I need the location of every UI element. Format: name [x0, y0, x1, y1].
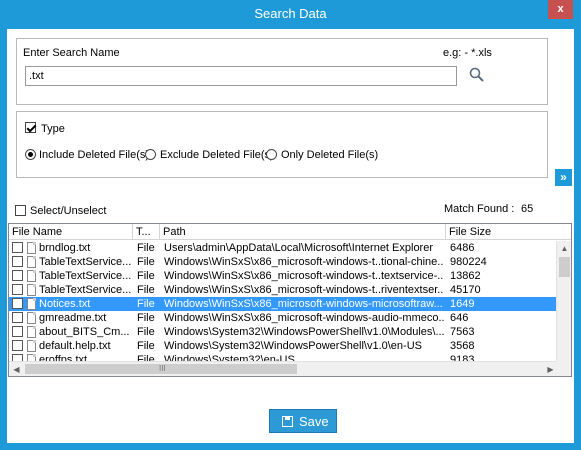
save-button-label: Save — [299, 414, 329, 429]
match-found-count: 65 — [521, 203, 534, 215]
table-row[interactable]: about_BITS_Cm... File Windows\System32\W… — [9, 325, 558, 339]
cell-path: Windows\WinSxS\x86_microsoft-windows-mic… — [164, 298, 443, 310]
cell-file-name: default.help.txt — [39, 340, 111, 352]
cell-file-size: 45170 — [450, 284, 481, 296]
cell-path: Windows\WinSxS\x86_microsoft-windows-t..… — [164, 284, 444, 296]
cell-path: Windows\WinSxS\x86_microsoft-windows-t..… — [164, 270, 444, 282]
type-checkbox[interactable] — [25, 122, 36, 133]
type-label: Type — [41, 123, 65, 135]
cell-type: File — [137, 242, 155, 254]
table-row[interactable]: brndlog.txt File Users\admin\AppData\Loc… — [9, 241, 558, 255]
table-row[interactable]: TableTextService... File Windows\WinSxS\… — [9, 283, 558, 297]
cell-type: File — [137, 326, 155, 338]
table-row[interactable]: TableTextService... File Windows\WinSxS\… — [9, 255, 558, 269]
scroll-left-icon[interactable]: ◀ — [9, 362, 24, 376]
cell-type: File — [137, 312, 155, 324]
cell-file-name: TableTextService... — [39, 270, 131, 282]
cell-path: Windows\System32\WindowsPowerShell\v1.0\… — [164, 326, 444, 338]
scroll-up-icon[interactable]: ▲ — [557, 241, 571, 256]
column-header-file-name[interactable]: File Name — [9, 224, 133, 240]
row-checkbox[interactable] — [12, 312, 23, 323]
table-row-selected[interactable]: Notices.txt File Windows\WinSxS\x86_micr… — [9, 297, 558, 311]
vertical-scroll-thumb[interactable] — [559, 257, 570, 277]
cell-type: File — [137, 340, 155, 352]
cell-file-size: 3568 — [450, 340, 475, 352]
file-icon — [27, 340, 36, 352]
floppy-disk-icon — [282, 416, 293, 427]
scroll-corner — [556, 361, 571, 376]
search-name-panel: Enter Search Name e.g: - *.xls — [16, 38, 548, 105]
include-deleted-radio[interactable] — [25, 149, 36, 160]
exclude-deleted-label[interactable]: Exclude Deleted File(s) — [160, 149, 274, 161]
cell-file-name: TableTextService... — [39, 284, 131, 296]
file-icon — [27, 298, 36, 310]
row-checkbox[interactable] — [12, 340, 23, 351]
column-header-file-size[interactable]: File Size — [446, 224, 571, 240]
only-deleted-radio[interactable] — [266, 149, 277, 160]
save-button[interactable]: Save — [269, 409, 337, 433]
only-deleted-label[interactable]: Only Deleted File(s) — [281, 149, 378, 161]
include-deleted-label[interactable]: Include Deleted File(s) — [39, 149, 149, 161]
table-row[interactable]: default.help.txt File Windows\System32\W… — [9, 339, 558, 353]
row-checkbox[interactable] — [12, 270, 23, 281]
column-header-type[interactable]: T... — [133, 224, 160, 240]
title-bar[interactable]: Search Data x — [0, 0, 581, 28]
match-found-label: Match Found : — [444, 203, 515, 215]
cell-file-size: 980224 — [450, 256, 487, 268]
expand-button[interactable]: » — [555, 169, 572, 186]
cell-file-name: TableTextService... — [39, 256, 131, 268]
row-checkbox[interactable] — [12, 298, 23, 309]
search-name-label: Enter Search Name — [23, 47, 120, 59]
file-icon — [27, 256, 36, 268]
cell-file-name: Notices.txt — [39, 298, 91, 310]
cell-file-size: 6486 — [450, 242, 475, 254]
file-icon — [27, 312, 36, 324]
vertical-scrollbar[interactable]: ▲ ▼ — [556, 241, 571, 376]
results-table: File Name T... Path File Size brndlog.tx… — [8, 223, 572, 377]
file-icon — [27, 242, 36, 254]
search-data-window: Search Data x Enter Search Name e.g: - *… — [0, 0, 581, 450]
file-icon — [27, 284, 36, 296]
file-icon — [27, 326, 36, 338]
dialog-body: Enter Search Name e.g: - *.xls Type Incl… — [7, 29, 574, 443]
exclude-deleted-radio[interactable] — [145, 149, 156, 160]
cell-file-size: 7563 — [450, 326, 475, 338]
row-checkbox[interactable] — [12, 326, 23, 337]
cell-path: Windows\System32\WindowsPowerShell\v1.0\… — [164, 340, 422, 352]
search-example-label: e.g: - *.xls — [443, 47, 492, 59]
cell-type: File — [137, 270, 155, 282]
file-icon — [27, 270, 36, 282]
row-checkbox[interactable] — [12, 284, 23, 295]
scroll-grip-icon: III — [159, 364, 166, 373]
cell-file-size: 13862 — [450, 270, 481, 282]
cell-file-name: gmreadme.txt — [39, 312, 107, 324]
search-input[interactable] — [25, 66, 457, 86]
cell-file-size: 1649 — [450, 298, 475, 310]
window-title: Search Data — [254, 6, 327, 21]
cell-type: File — [137, 298, 155, 310]
close-button[interactable]: x — [548, 0, 573, 19]
select-all-checkbox[interactable] — [15, 205, 26, 216]
cell-path: Users\admin\AppData\Local\Microsoft\Inte… — [164, 242, 434, 254]
type-filter-panel: Type Include Deleted File(s) Exclude Del… — [16, 111, 548, 178]
cell-file-name: about_BITS_Cm... — [39, 326, 130, 338]
horizontal-scrollbar[interactable]: ◀ III ▶ — [9, 361, 558, 376]
column-header-path[interactable]: Path — [160, 224, 446, 240]
cell-file-name: brndlog.txt — [39, 242, 91, 254]
table-header: File Name T... Path File Size — [9, 224, 571, 240]
cell-file-size: 646 — [450, 312, 469, 324]
table-row[interactable]: gmreadme.txt File Windows\WinSxS\x86_mic… — [9, 311, 558, 325]
cell-type: File — [137, 284, 155, 296]
cell-path: Windows\WinSxS\x86_microsoft-windows-t..… — [164, 256, 444, 268]
search-icon[interactable] — [468, 66, 486, 84]
cell-type: File — [137, 256, 155, 268]
row-checkbox[interactable] — [12, 256, 23, 267]
select-unselect-label[interactable]: Select/Unselect — [30, 205, 106, 217]
cell-path: Windows\WinSxS\x86_microsoft-windows-aud… — [164, 312, 444, 324]
row-checkbox[interactable] — [12, 242, 23, 253]
table-body: brndlog.txt File Users\admin\AppData\Loc… — [9, 241, 558, 362]
table-row[interactable]: TableTextService... File Windows\WinSxS\… — [9, 269, 558, 283]
